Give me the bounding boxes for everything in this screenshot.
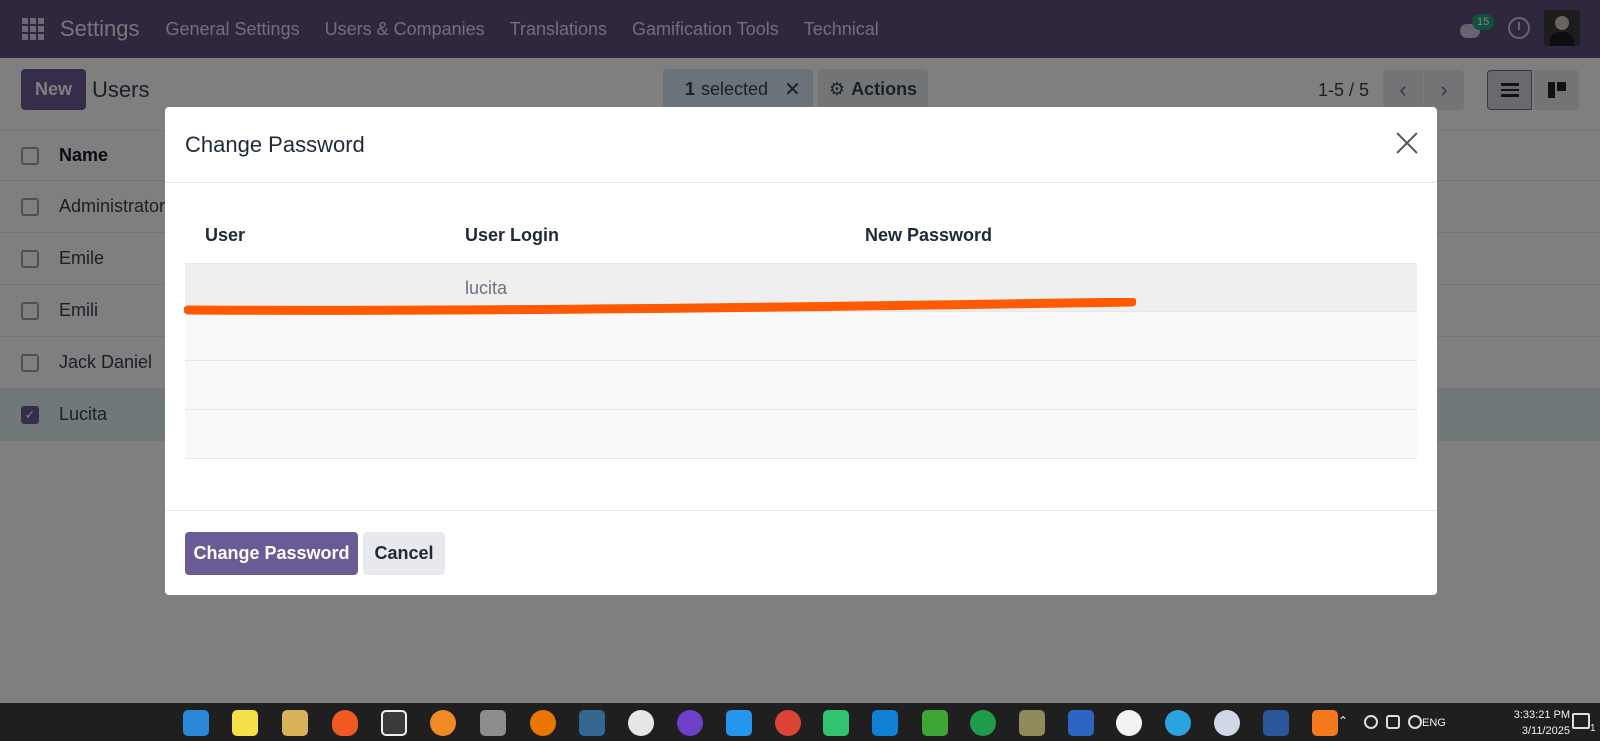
screenshot-icon[interactable] [823, 710, 849, 736]
network-icon[interactable] [1364, 715, 1378, 729]
taskbar-clock[interactable]: 3:33:21 PM 3/11/2025 [1490, 707, 1570, 739]
change-password-dialog: Change Password User User Login New Pass… [165, 107, 1437, 595]
vlc-icon[interactable] [1312, 710, 1338, 736]
column-new-password: New Password [865, 224, 993, 245]
column-user-login: User Login [465, 224, 560, 245]
empty-row [185, 361, 1417, 410]
gear-app-icon[interactable] [970, 710, 996, 736]
password-table: User User Login New Password lucita [185, 207, 1417, 459]
word-icon[interactable] [1263, 710, 1289, 736]
firefox-icon[interactable] [332, 710, 358, 736]
modal-footer: Change Password Cancel [165, 510, 1437, 595]
volume-icon[interactable] [1408, 715, 1422, 729]
empty-row [185, 410, 1417, 459]
modal-header: Change Password [165, 107, 1437, 183]
user-login-cell: lucita [465, 278, 508, 298]
docker-icon[interactable] [726, 710, 752, 736]
search-icon[interactable] [628, 710, 654, 736]
empty-row [185, 312, 1417, 361]
telegram-icon[interactable] [1165, 710, 1191, 736]
notification-count: 1 [1590, 723, 1596, 734]
clock-date: 3/11/2025 [1521, 725, 1570, 737]
file-explorer-icon[interactable] [282, 710, 308, 736]
gimp-icon[interactable] [480, 710, 506, 736]
language-indicator[interactable]: ENG [1422, 717, 1446, 729]
password-table-header: User User Login New Password [185, 207, 1417, 263]
whatsapp-icon[interactable] [1116, 710, 1142, 736]
battery-icon[interactable] [1386, 715, 1400, 729]
windows-taskbar: ⌃ ENG 3:33:21 PM 3/11/2025 1 [0, 703, 1600, 741]
grid-app-icon[interactable] [1068, 710, 1094, 736]
blender-icon[interactable] [530, 710, 556, 736]
sticky-notes-icon[interactable] [232, 710, 258, 736]
owl-icon[interactable] [1019, 710, 1045, 736]
hotspot-icon[interactable] [381, 710, 407, 736]
notification-icon[interactable] [1572, 713, 1590, 729]
search-app-icon[interactable] [430, 710, 456, 736]
vscode-icon[interactable] [872, 710, 898, 736]
chrome-icon[interactable] [775, 710, 801, 736]
windows-start-icon[interactable] [183, 710, 209, 736]
close-icon[interactable] [1393, 129, 1421, 157]
cancel-button[interactable]: Cancel [363, 532, 445, 575]
column-user: User [205, 224, 246, 245]
change-password-button[interactable]: Change Password [185, 532, 358, 575]
github-icon[interactable] [677, 710, 703, 736]
annotation-underline [184, 298, 1136, 315]
postgres-icon[interactable] [579, 710, 605, 736]
clock-time: 3:33:21 PM [1513, 709, 1570, 721]
modal-title: Change Password [185, 132, 365, 157]
pipe-app-icon[interactable] [922, 710, 948, 736]
wordpress-icon[interactable] [1214, 710, 1240, 736]
chevron-up-icon[interactable]: ⌃ [1338, 714, 1348, 728]
